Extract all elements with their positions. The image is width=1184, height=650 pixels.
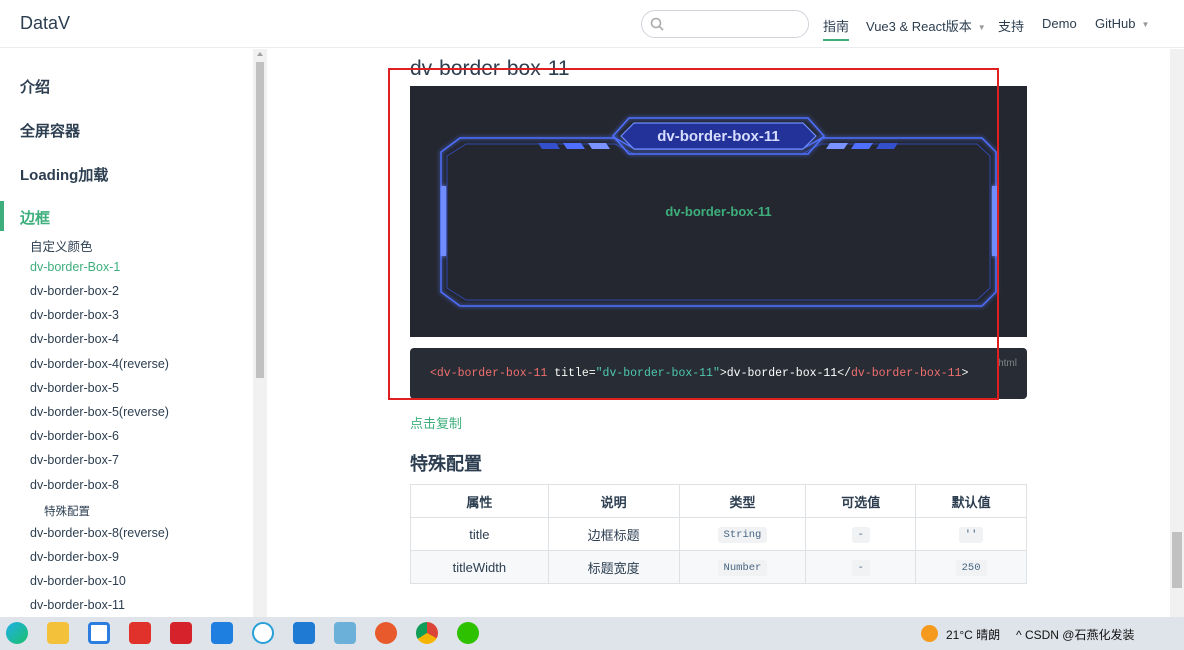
- table-row: titleWidth 标题宽度 Number - 250: [410, 550, 1027, 584]
- windows-taskbar: 21°C 晴朗 ^ CSDN @石燕化发装: [0, 617, 1184, 650]
- table-header-cell: 说明: [547, 484, 680, 518]
- code-block[interactable]: html <dv-border-box-11 title="dv-border-…: [410, 348, 1027, 399]
- copy-code-link[interactable]: 点击复制: [410, 413, 462, 432]
- nav-versions[interactable]: Vue3 & React版本 ▼: [866, 16, 986, 35]
- nav-support[interactable]: 支持: [998, 16, 1024, 35]
- site-logo[interactable]: DataV: [20, 13, 70, 34]
- table-cell: 标题宽度: [547, 550, 680, 584]
- nav-versions-label: Vue3 & React版本: [866, 19, 972, 34]
- table-header-cell: 可选值: [805, 484, 917, 518]
- chrome-icon[interactable]: [416, 622, 438, 644]
- code-token-open-tag: <dv-border-box-11: [430, 367, 548, 380]
- weather-text[interactable]: 21°C 晴朗: [946, 626, 1000, 643]
- border-box-content: dv-border-box-11: [665, 204, 772, 219]
- nav-guide[interactable]: 指南: [823, 16, 850, 41]
- page-heading: dv-border-box-11: [410, 57, 570, 80]
- scroll-up-arrow-icon[interactable]: [257, 52, 263, 56]
- table-cell: 边框标题: [547, 517, 680, 551]
- sidebar-item[interactable]: dv-border-box-8: [30, 478, 119, 492]
- code-token-end-open: </: [837, 367, 852, 380]
- border-box-demo: dv-border-box-11 dv-border-box-11: [410, 86, 1027, 337]
- sidebar-section-fullscreen[interactable]: 全屏容器: [20, 120, 80, 141]
- wps-office-icon[interactable]: [129, 622, 151, 644]
- sidebar-item[interactable]: dv-border-box-8(reverse): [30, 526, 169, 540]
- top-navbar: DataV 指南 Vue3 & React版本 ▼ 支持 Demo GitHub ▼: [0, 0, 1184, 48]
- search-icon: [650, 17, 664, 31]
- sidebar-item[interactable]: dv-border-box-5: [30, 381, 119, 395]
- nav-github-label: GitHub: [1095, 16, 1136, 31]
- nav-github[interactable]: GitHub ▼: [1095, 16, 1149, 31]
- default-code: '': [958, 527, 984, 543]
- sidebar-section-loading[interactable]: Loading加载: [20, 164, 108, 185]
- youdao-dictionary-icon[interactable]: [170, 622, 192, 644]
- type-code: Number: [717, 560, 768, 576]
- sidebar-item[interactable]: dv-border-box-9: [30, 550, 119, 564]
- default-code: 250: [955, 560, 987, 576]
- feishu-app-icon[interactable]: [211, 622, 233, 644]
- table-header-row: 属性 说明 类型 可选值 默认值: [410, 484, 1027, 518]
- options-code: -: [851, 527, 870, 543]
- sidebar-section-intro[interactable]: 介绍: [20, 76, 50, 97]
- table-cell: '': [915, 517, 1027, 551]
- config-heading: 特殊配置: [410, 454, 482, 474]
- sidebar-item[interactable]: dv-border-box-4(reverse): [30, 357, 169, 371]
- table-cell: 250: [915, 550, 1027, 584]
- table-cell: Number: [678, 550, 807, 584]
- code-token-attr-value: "dv-border-box-11": [595, 367, 720, 380]
- chevron-down-icon: ▼: [1141, 20, 1150, 30]
- file-explorer-icon[interactable]: [47, 622, 69, 644]
- code-token-attr-name: title=: [547, 367, 596, 380]
- system-tray-text[interactable]: ^ CSDN @石燕化发装: [1016, 626, 1134, 643]
- table-header-cell: 属性: [410, 484, 549, 518]
- sidebar-item[interactable]: dv-border-box-10: [30, 574, 126, 588]
- type-code: String: [717, 527, 768, 543]
- table-cell: -: [805, 517, 917, 551]
- sidebar-subitem[interactable]: 特殊配置: [44, 503, 90, 519]
- code-token-bracket: >: [719, 367, 727, 380]
- notes-app-icon[interactable]: [334, 622, 356, 644]
- vscode-icon[interactable]: [293, 622, 315, 644]
- main-scrollbar-thumb[interactable]: [1172, 532, 1182, 588]
- search-box[interactable]: [641, 10, 809, 38]
- props-table: 属性 说明 类型 可选值 默认值 title 边框标题 String - '' …: [410, 484, 1027, 584]
- sidebar-item[interactable]: dv-border-Box-1: [30, 260, 120, 274]
- table-header-cell: 默认值: [915, 484, 1027, 518]
- code-token-inner-text: dv-border-box-11: [726, 367, 838, 380]
- sidebar-item[interactable]: dv-border-box-5(reverse): [30, 405, 169, 419]
- code-token-end-tag: dv-border-box-11: [851, 367, 962, 380]
- table-row: title 边框标题 String - '': [410, 517, 1027, 551]
- sidebar-section-border[interactable]: 边框: [20, 207, 50, 228]
- options-code: -: [851, 560, 870, 576]
- table-cell: title: [410, 517, 549, 551]
- sidebar-item[interactable]: dv-border-box-6: [30, 429, 119, 443]
- sidebar-item[interactable]: 自定义颜色: [30, 236, 93, 255]
- sidebar-item[interactable]: dv-border-box-4: [30, 332, 119, 346]
- code-token-end-close: >: [961, 367, 969, 380]
- border-box-title: dv-border-box-11: [657, 128, 780, 145]
- table-cell: -: [805, 550, 917, 584]
- table-cell: titleWidth: [410, 550, 549, 584]
- chevron-down-icon: ▼: [977, 23, 986, 33]
- wechat-icon[interactable]: [457, 622, 479, 644]
- sidebar-item[interactable]: dv-border-box-3: [30, 308, 119, 322]
- weather-sun-icon[interactable]: [921, 625, 938, 642]
- search-input[interactable]: [670, 15, 800, 33]
- code-snippet: <dv-border-box-11 title="dv-border-box-1…: [430, 367, 968, 380]
- edge-browser-icon[interactable]: [6, 622, 28, 644]
- sidebar-item[interactable]: dv-border-box-2: [30, 284, 119, 298]
- sidebar-scrollbar-thumb[interactable]: [256, 62, 264, 378]
- nav-demo[interactable]: Demo: [1042, 16, 1077, 31]
- swirl-app-icon[interactable]: [375, 622, 397, 644]
- code-language-label: html: [998, 358, 1017, 369]
- table-header-cell: 类型: [678, 484, 807, 518]
- chat-app-icon[interactable]: [252, 622, 274, 644]
- table-cell: String: [678, 517, 807, 551]
- sidebar: 介绍 全屏容器 Loading加载 边框 自定义颜色 dv-border-Box…: [0, 49, 253, 617]
- sidebar-item[interactable]: dv-border-box-7: [30, 453, 119, 467]
- sidebar-active-indicator: [0, 201, 4, 231]
- microsoft-store-icon[interactable]: [88, 622, 110, 644]
- sidebar-item[interactable]: dv-border-box-11: [30, 598, 125, 612]
